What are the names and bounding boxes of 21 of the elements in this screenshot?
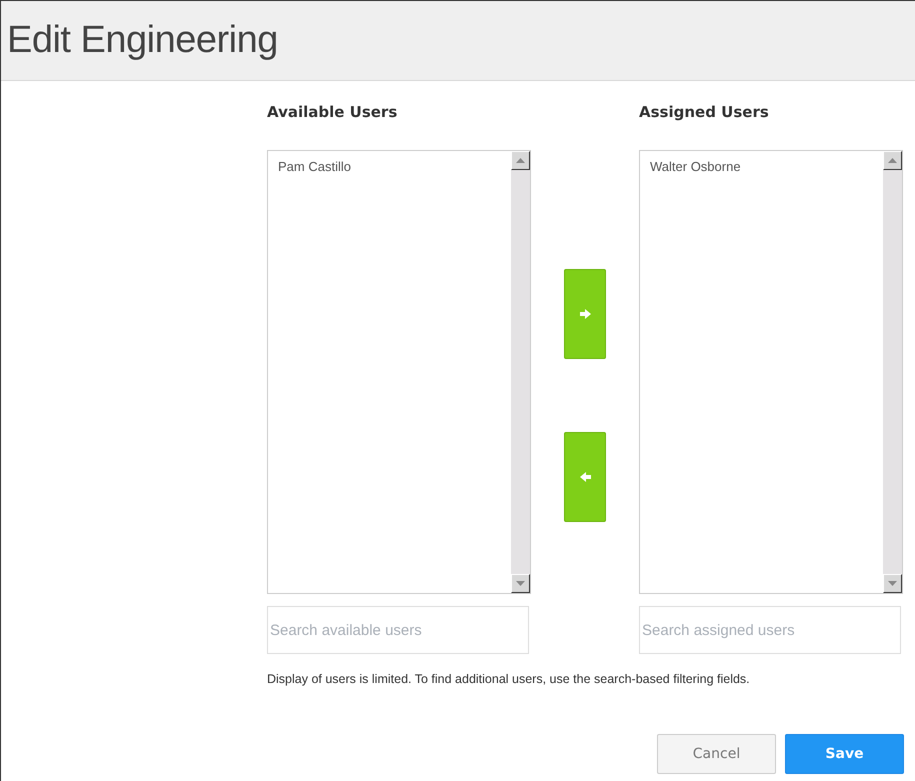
page-title: Edit Engineering xyxy=(7,19,278,62)
user-list[interactable]: Pam Castillo xyxy=(267,150,531,594)
right-arrow-icon xyxy=(580,309,590,319)
limit-note: Display of users is limited. To find additional users, use the search-based filtering fields. xyxy=(267,672,751,686)
move-right-button[interactable] xyxy=(564,269,606,359)
scroll-down-icon[interactable] xyxy=(516,581,525,586)
scrollbar[interactable] xyxy=(883,151,902,593)
scroll-up-icon[interactable] xyxy=(516,158,525,163)
search-field[interactable]: Search assigned users xyxy=(639,606,901,654)
left-arrow-icon xyxy=(580,472,590,482)
scrollbar[interactable] xyxy=(511,151,530,593)
scroll-down-icon[interactable] xyxy=(888,581,897,586)
user-list-item[interactable]: Pam Castillo xyxy=(278,159,501,174)
user-list-item[interactable]: Walter Osborne xyxy=(650,159,873,174)
list-heading: Assigned Users xyxy=(639,103,770,123)
scroll-up-icon[interactable] xyxy=(888,158,897,163)
search-field[interactable]: Search available users xyxy=(267,606,529,654)
user-list[interactable]: Walter Osborne xyxy=(639,150,903,594)
move-left-button[interactable] xyxy=(564,432,606,522)
cancel-button[interactable]: Cancel xyxy=(657,734,776,774)
list-heading: Available Users xyxy=(267,103,398,123)
